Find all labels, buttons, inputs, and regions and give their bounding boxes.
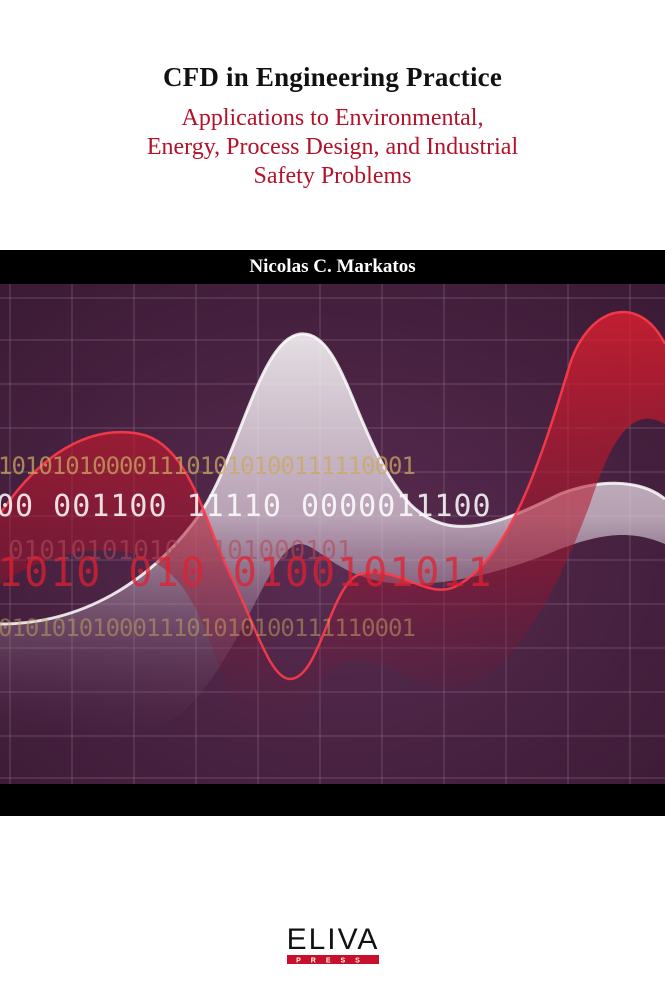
book-subtitle: Applications to Environmental, Energy, P… <box>60 104 605 191</box>
publisher-logo: ELIVA PRESS <box>287 923 380 965</box>
book-title: CFD in Engineering Practice <box>162 62 503 92</box>
cover-artwork: 1010101000011101010100111110001 00 00110… <box>0 284 665 784</box>
subtitle-line-2: Energy, Process Design, and Industrial <box>146 134 519 160</box>
author-name: Nicolas C. Markatos <box>249 256 416 277</box>
subtitle-line-1: Applications to Environmental, <box>181 105 484 131</box>
binary-row-5: 0101010100011101010100111110001 <box>0 614 415 642</box>
publisher-tagline: PRESS <box>296 958 370 965</box>
subtitle-line-3: Safety Problems <box>253 163 412 189</box>
bottom-band <box>0 784 665 816</box>
binary-row-1: 1010101000011101010100111110001 <box>0 452 415 480</box>
publisher-logo-text: ELIVA <box>287 923 380 956</box>
binary-row-4: 1010 010 0100101011 <box>0 550 494 596</box>
author-band: Nicolas C. Markatos <box>0 250 665 284</box>
binary-row-2: 00 001100 11110 0000011100 <box>0 489 492 524</box>
